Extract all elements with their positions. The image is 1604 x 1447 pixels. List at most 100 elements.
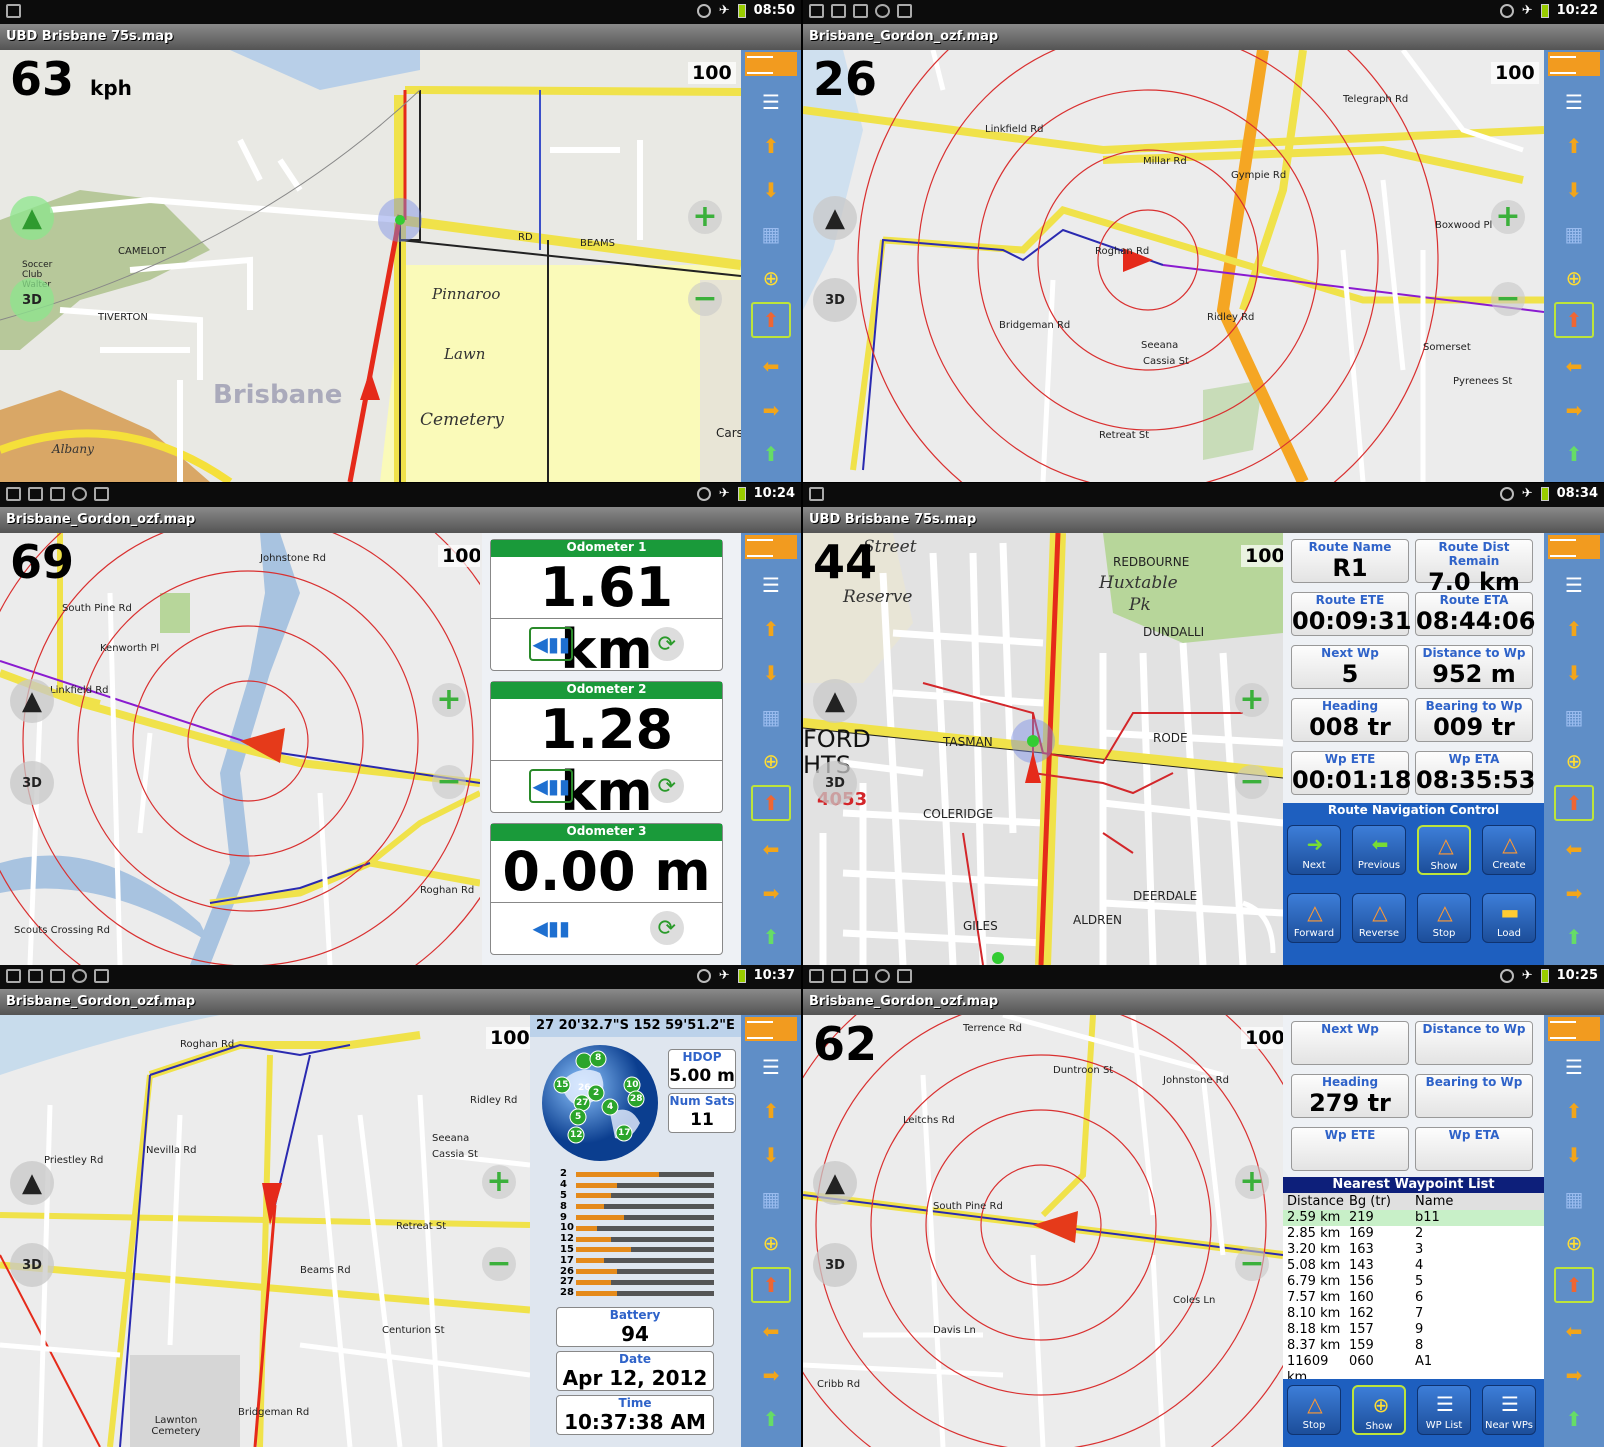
- show-button[interactable]: △ Show: [1417, 825, 1471, 875]
- pause-icon[interactable]: ◀▮▮: [529, 769, 574, 803]
- table-row[interactable]: 2.59 km 219 b11: [1283, 1210, 1544, 1226]
- upload-list-icon[interactable]: ⬆: [1558, 1405, 1590, 1433]
- forward-icon[interactable]: ➡: [755, 1361, 787, 1389]
- map-view[interactable]: Huxtable Pk Street Reserve FORD HTS 4053…: [803, 533, 1283, 965]
- map-icon[interactable]: ▦: [1558, 1185, 1590, 1213]
- forward-icon[interactable]: ➡: [1558, 1361, 1590, 1389]
- north-arrow-button[interactable]: ▲: [10, 1161, 54, 1205]
- show-button[interactable]: ⊕ Show: [1352, 1385, 1406, 1435]
- pause-icon[interactable]: ◀▮▮: [529, 627, 574, 661]
- north-arrow-button[interactable]: ▲: [813, 1161, 857, 1205]
- 3d-mode-button[interactable]: 3D: [813, 761, 857, 805]
- forward-icon[interactable]: ➡: [1558, 396, 1590, 424]
- download-icon[interactable]: ⬇: [1558, 1141, 1590, 1169]
- upload-icon[interactable]: ⬆: [755, 1097, 787, 1125]
- upload-icon[interactable]: ⬆: [755, 132, 787, 160]
- forward-icon[interactable]: ➡: [755, 879, 787, 907]
- upload-icon[interactable]: ⬆: [755, 615, 787, 643]
- add-waypoint-icon[interactable]: ⊕: [755, 747, 787, 775]
- map-icon[interactable]: ▦: [755, 703, 787, 731]
- table-row[interactable]: 3.20 km 163 3: [1283, 1242, 1544, 1258]
- add-waypoint-icon[interactable]: ⊕: [1558, 264, 1590, 292]
- table-row[interactable]: 8.10 km 162 7: [1283, 1306, 1544, 1322]
- upload-icon[interactable]: ⬆: [1558, 132, 1590, 160]
- track-up-icon[interactable]: ⬆: [1554, 785, 1594, 821]
- menu-icon[interactable]: [745, 1017, 797, 1041]
- north-arrow-button[interactable]: ▲: [10, 196, 54, 240]
- zoom-out-button[interactable]: −: [1235, 1247, 1269, 1281]
- back-icon[interactable]: ⬅: [1558, 835, 1590, 863]
- near-wps-button[interactable]: ☰ Near WPs: [1482, 1385, 1536, 1435]
- back-icon[interactable]: ⬅: [755, 835, 787, 863]
- map-icon[interactable]: ▦: [755, 220, 787, 248]
- back-icon[interactable]: ⬅: [755, 1317, 787, 1345]
- zoom-in-button[interactable]: +: [1235, 683, 1269, 717]
- 3d-mode-button[interactable]: 3D: [10, 1243, 54, 1287]
- menu-list-icon[interactable]: ☰: [1558, 1053, 1590, 1081]
- menu-icon[interactable]: [745, 52, 797, 76]
- forward-icon[interactable]: ➡: [755, 396, 787, 424]
- menu-list-icon[interactable]: ☰: [755, 571, 787, 599]
- next-button[interactable]: ➜ Next: [1287, 825, 1341, 875]
- map-view[interactable]: Linkfield Rd Telegraph Rd Gympie Rd Rogh…: [803, 50, 1544, 482]
- zoom-out-button[interactable]: −: [688, 282, 722, 316]
- download-icon[interactable]: ⬇: [755, 176, 787, 204]
- zoom-in-button[interactable]: +: [1491, 200, 1525, 234]
- menu-list-icon[interactable]: ☰: [1558, 88, 1590, 116]
- 3d-mode-button[interactable]: 3D: [10, 761, 54, 805]
- table-row[interactable]: 6.79 km 156 5: [1283, 1274, 1544, 1290]
- menu-icon[interactable]: [1548, 1017, 1600, 1041]
- upload-list-icon[interactable]: ⬆: [1558, 440, 1590, 468]
- 3d-mode-button[interactable]: 3D: [10, 278, 54, 322]
- table-row[interactable]: 2.85 km 169 2: [1283, 1226, 1544, 1242]
- zoom-out-button[interactable]: −: [1491, 282, 1525, 316]
- upload-list-icon[interactable]: ⬆: [755, 923, 787, 951]
- download-icon[interactable]: ⬇: [755, 1141, 787, 1169]
- map-icon[interactable]: ▦: [1558, 220, 1590, 248]
- track-up-icon[interactable]: ⬆: [751, 1267, 791, 1303]
- previous-button[interactable]: ⬅ Previous: [1352, 825, 1406, 875]
- map-view[interactable]: South Pine Rd Johnstone Rd Terrence Rd D…: [803, 1015, 1283, 1447]
- forward-button[interactable]: △ Forward: [1287, 893, 1341, 943]
- table-row[interactable]: 5.08 km 143 4: [1283, 1258, 1544, 1274]
- north-arrow-button[interactable]: ▲: [813, 196, 857, 240]
- upload-icon[interactable]: ⬆: [1558, 1097, 1590, 1125]
- menu-list-icon[interactable]: ☰: [755, 1053, 787, 1081]
- track-up-icon[interactable]: ⬆: [751, 302, 791, 338]
- map-view[interactable]: Roghan Rd Beams Rd Bridgeman Rd Retreat …: [0, 1015, 530, 1447]
- table-row[interactable]: 8.18 km 157 9: [1283, 1322, 1544, 1338]
- pause-icon[interactable]: ◀▮▮: [529, 911, 573, 945]
- download-icon[interactable]: ⬇: [1558, 176, 1590, 204]
- stop-button[interactable]: △ Stop: [1417, 893, 1471, 943]
- reset-icon[interactable]: ⟳: [649, 627, 684, 661]
- menu-list-icon[interactable]: ☰: [1558, 571, 1590, 599]
- zoom-in-button[interactable]: +: [1235, 1165, 1269, 1199]
- add-waypoint-icon[interactable]: ⊕: [755, 1229, 787, 1257]
- upload-list-icon[interactable]: ⬆: [755, 1405, 787, 1433]
- back-icon[interactable]: ⬅: [1558, 352, 1590, 380]
- wp-list-button[interactable]: ☰ WP List: [1417, 1385, 1471, 1435]
- map-view[interactable]: Pinnaroo Lawn Cemetery Brisbane Albany B…: [0, 50, 741, 482]
- menu-list-icon[interactable]: ☰: [755, 88, 787, 116]
- upload-list-icon[interactable]: ⬆: [1558, 923, 1590, 951]
- upload-list-icon[interactable]: ⬆: [755, 440, 787, 468]
- add-waypoint-icon[interactable]: ⊕: [755, 264, 787, 292]
- north-arrow-button[interactable]: ▲: [813, 679, 857, 723]
- load-button[interactable]: ▬ Load: [1482, 893, 1536, 943]
- table-row[interactable]: 7.57 km 160 6: [1283, 1290, 1544, 1306]
- upload-icon[interactable]: ⬆: [1558, 615, 1590, 643]
- add-waypoint-icon[interactable]: ⊕: [1558, 1229, 1590, 1257]
- map-view[interactable]: Linkfield Rd Johnstone Rd Roghan Rd Kenw…: [0, 533, 480, 965]
- download-icon[interactable]: ⬇: [755, 659, 787, 687]
- zoom-in-button[interactable]: +: [432, 683, 466, 717]
- 3d-mode-button[interactable]: 3D: [813, 278, 857, 322]
- zoom-out-button[interactable]: −: [432, 765, 466, 799]
- reverse-button[interactable]: △ Reverse: [1352, 893, 1406, 943]
- back-icon[interactable]: ⬅: [1558, 1317, 1590, 1345]
- north-arrow-button[interactable]: ▲: [10, 679, 54, 723]
- download-icon[interactable]: ⬇: [1558, 659, 1590, 687]
- zoom-in-button[interactable]: +: [688, 200, 722, 234]
- table-row[interactable]: 8.37 km 159 8: [1283, 1338, 1544, 1354]
- create-button[interactable]: △ Create: [1482, 825, 1536, 875]
- track-up-icon[interactable]: ⬆: [1554, 302, 1594, 338]
